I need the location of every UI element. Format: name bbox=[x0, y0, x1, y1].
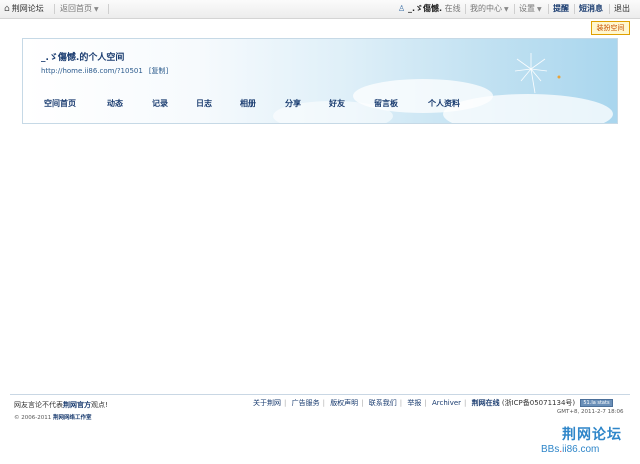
chevron-down-icon: ▼ bbox=[504, 6, 509, 13]
chevron-down-icon: ▼ bbox=[94, 6, 99, 13]
footer-links: 关于荆网 | 广告服务 | 版权声明 | 联系我们 | 举报 | Archiver | 荆网… bbox=[253, 398, 613, 408]
watermark-url-part: BBs bbox=[541, 444, 560, 455]
chevron-down-icon: ▼ bbox=[537, 6, 542, 13]
online-status: 在线 bbox=[444, 4, 461, 13]
remind-link[interactable]: 提醒 bbox=[553, 0, 569, 18]
divider bbox=[465, 4, 466, 14]
user-link[interactable]: ♙ _.ゞ傷憾. 在线 bbox=[398, 0, 461, 18]
copyright-years: © 2006-2011 bbox=[14, 415, 52, 421]
watermark-logo: 荆网论坛 bbox=[562, 427, 622, 443]
site-name: 荆网论坛 bbox=[11, 4, 44, 13]
user-icon: ♙ bbox=[398, 4, 406, 13]
settings-label: 设置 bbox=[519, 4, 535, 13]
copyright-owner[interactable]: 荆网网络工作室 bbox=[53, 415, 92, 421]
disclaimer-text: 观点! bbox=[91, 401, 108, 409]
footer-copyright: © 2006-2011 荆网网络工作室 bbox=[14, 413, 92, 421]
watermark-url: BBs.ii86.com bbox=[541, 444, 599, 455]
copy-url-link[interactable]: [复制] bbox=[149, 67, 168, 75]
nav-friends[interactable]: 好友 bbox=[329, 98, 345, 109]
footer-link-archiver[interactable]: Archiver bbox=[432, 399, 461, 407]
settings-menu[interactable]: 设置 ▼ bbox=[519, 0, 542, 18]
footer-time: GMT+8, 2011-2-7 18:06 bbox=[557, 409, 624, 415]
disclaimer-brand: 荆网官方 bbox=[63, 401, 91, 409]
footer-link-ads[interactable]: 广告服务 bbox=[292, 399, 320, 407]
footer-link-about[interactable]: 关于荆网 bbox=[253, 399, 281, 407]
divider bbox=[548, 4, 549, 14]
my-center-menu[interactable]: 我的中心 ▼ bbox=[470, 0, 509, 18]
divider bbox=[108, 4, 109, 14]
my-center-label: 我的中心 bbox=[470, 4, 502, 13]
disclaimer-text: 网友言论不代表 bbox=[14, 401, 63, 409]
stats-badge[interactable]: 51.la stats bbox=[580, 399, 613, 407]
footer-online-link[interactable]: 荆网在线 bbox=[472, 399, 500, 407]
footer-link-copyright[interactable]: 版权声明 bbox=[330, 399, 358, 407]
space-title: _.ゞ傷憾.的个人空间 bbox=[41, 53, 125, 63]
nav-share[interactable]: 分享 bbox=[285, 98, 301, 109]
decorate-space-button[interactable]: 装扮空间 bbox=[591, 21, 630, 35]
space-url[interactable]: http://home.ii86.com/?10501 bbox=[41, 67, 143, 75]
divider bbox=[609, 4, 610, 14]
footer-disclaimer: 网友言论不代表荆网官方观点! bbox=[14, 400, 108, 410]
site-home-link[interactable]: ⌂ 荆网论坛 bbox=[4, 0, 44, 18]
footer-link-report[interactable]: 举报 bbox=[407, 399, 421, 407]
back-home-label: 返回首页 bbox=[60, 4, 92, 13]
space-url-row: http://home.ii86.com/?10501 [复制] bbox=[41, 66, 168, 76]
space-banner: _.ゞ傷憾.的个人空间 http://home.ii86.com/?10501 [… bbox=[22, 38, 618, 124]
nav-guestbook[interactable]: 留言板 bbox=[374, 98, 398, 109]
nav-feed[interactable]: 动态 bbox=[107, 98, 123, 109]
footer-link-contact[interactable]: 联系我们 bbox=[369, 399, 397, 407]
messages-link[interactable]: 短消息 bbox=[579, 0, 603, 18]
nav-records[interactable]: 记录 bbox=[152, 98, 168, 109]
dandelion-icon bbox=[514, 53, 561, 94]
divider bbox=[514, 4, 515, 14]
space-nav: 空间首页 动态 记录 日志 相册 分享 好友 留言板 个人资料 bbox=[23, 98, 617, 112]
home-icon: ⌂ bbox=[4, 4, 10, 14]
top-bar: ⌂ 荆网论坛 返回首页 ▼ ♙ _.ゞ傷憾. 在线 我的中心 ▼ 设置 ▼ 提醒 短消息 … bbox=[0, 0, 640, 19]
nav-profile[interactable]: 个人资料 bbox=[428, 98, 460, 109]
nav-blog[interactable]: 日志 bbox=[196, 98, 212, 109]
watermark-url-part: ii86.com bbox=[562, 444, 600, 455]
divider bbox=[574, 4, 575, 14]
footer-icp[interactable]: (浙ICP备05071134号) bbox=[502, 399, 575, 407]
back-home-menu[interactable]: 返回首页 ▼ bbox=[60, 0, 99, 18]
username: _.ゞ傷憾. bbox=[408, 4, 443, 13]
nav-album[interactable]: 相册 bbox=[240, 98, 256, 109]
nav-space-home[interactable]: 空间首页 bbox=[44, 98, 76, 109]
logout-link[interactable]: 退出 bbox=[614, 0, 630, 18]
divider bbox=[54, 4, 55, 14]
footer-divider bbox=[10, 394, 630, 395]
